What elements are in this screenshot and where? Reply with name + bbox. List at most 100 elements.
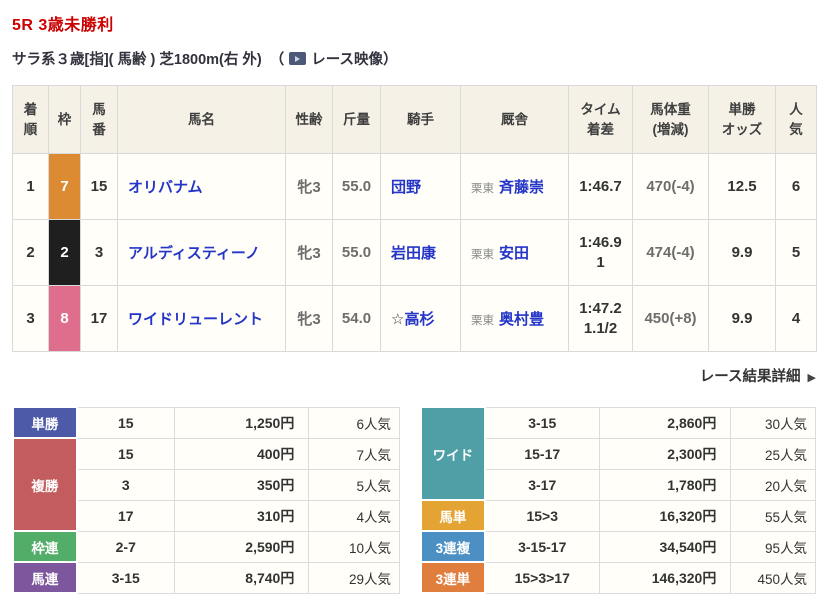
frame-number: 7 [48, 153, 81, 220]
payout-combination: 3-15 [76, 561, 175, 594]
horse-name-link[interactable]: ワイドリューレント [128, 311, 263, 328]
horse-name-cell: オリバナム [117, 153, 286, 220]
win-odds: 9.9 [708, 285, 776, 352]
horse-name-link[interactable]: オリバナム [128, 179, 203, 196]
finish-time: 1:47.2 [579, 300, 622, 317]
horse-weight: 470(-4) [632, 153, 709, 220]
col-header-win-odds: 単勝 オッズ [708, 85, 776, 154]
race-video-link[interactable]: （ レース映像 ） [270, 48, 398, 69]
payout-row: ワイド 3-15 2,860円 30人気 [420, 406, 816, 501]
stable-area: 栗東 [471, 315, 494, 327]
finish-position: 2 [12, 219, 49, 286]
payout-popularity: 95人気 [730, 530, 816, 563]
jockey-link[interactable]: 岩田康 [391, 245, 436, 262]
stable-area: 栗東 [471, 183, 494, 195]
payout-type-label: ワイド [420, 406, 486, 501]
jockey-link[interactable]: 団野 [391, 179, 421, 196]
horse-weight: 450(+8) [632, 285, 709, 352]
payout-popularity: 450人気 [730, 561, 816, 594]
stable-cell: 栗東 安田 [460, 219, 569, 286]
trainer-link[interactable]: 奥村豊 [499, 311, 544, 328]
margin: 1.1/2 [583, 319, 618, 337]
payout-amount: 1,250円 [173, 406, 310, 439]
jockey-cell: ☆高杉 [380, 285, 461, 352]
race-video-link-label[interactable]: レース映像 [311, 48, 383, 69]
col-header-popularity: 人 気 [775, 85, 817, 154]
horse-number: 15 [80, 153, 118, 220]
payout-type-label: 3連単 [420, 561, 486, 594]
result-row: 2 2 3 アルディスティーノ 牝3 55.0 岩田康 栗東 安田 1:46.9 1… [12, 219, 817, 286]
carried-weight: 54.0 [332, 285, 381, 352]
popularity: 6 [775, 153, 817, 220]
payout-amount: 8,740円 [173, 561, 310, 594]
payout-type-label: 3連複 [420, 530, 486, 563]
payout-table-left: 単勝 15 1,250円 6人気 複勝 15 400円 7人気 3 350円 5… [12, 406, 401, 594]
horse-number: 17 [80, 285, 118, 352]
col-header-horse-weight: 馬体重 (増減) [632, 85, 709, 154]
margin: 1 [596, 253, 605, 271]
payout-combination: 15>3>17 [484, 561, 600, 594]
payout-combination: 15-17 [484, 437, 600, 470]
trainer-link[interactable]: 斉藤崇 [499, 179, 544, 196]
payout-amount: 146,320円 [598, 561, 732, 594]
stable-cell: 栗東 奥村豊 [460, 285, 569, 352]
jockey-cell: 岩田康 [380, 219, 461, 286]
result-row: 3 8 17 ワイドリューレント 牝3 54.0 ☆高杉 栗東 奥村豊 1:47.… [12, 285, 817, 352]
payout-amount: 2,300円 [598, 437, 732, 470]
payout-type-label: 馬連 [12, 561, 78, 594]
frame-number: 8 [48, 285, 81, 352]
payout-type-label: 枠連 [12, 530, 78, 563]
payout-combination: 15 [76, 437, 175, 470]
payout-row: 単勝 15 1,250円 6人気 [12, 406, 401, 439]
payout-row: 馬連 3-15 8,740円 29人気 [12, 561, 401, 594]
payout-amount: 310円 [173, 499, 310, 532]
jockey-cell: 団野 [380, 153, 461, 220]
video-play-icon [289, 52, 307, 65]
jockey-link[interactable]: 高杉 [404, 311, 434, 328]
payout-type-label: 複勝 [12, 437, 78, 532]
horse-weight: 474(-4) [632, 219, 709, 286]
time-margin-cell: 1:46.9 1 [568, 219, 633, 286]
payout-table-right: ワイド 3-15 2,860円 30人気 15-17 2,300円 25人気 3… [420, 406, 816, 594]
payout-amount: 2,860円 [598, 406, 732, 439]
payout-popularity: 29人気 [308, 561, 401, 594]
finish-position: 1 [12, 153, 49, 220]
col-header-horse-number: 馬 番 [80, 85, 118, 154]
time-margin-cell: 1:47.2 1.1/2 [568, 285, 633, 352]
paren-open: （ [269, 52, 285, 68]
payout-row: 3連複 3-15-17 34,540円 95人気 [420, 530, 816, 563]
col-header-weight: 斤量 [332, 85, 381, 154]
payout-combination: 15 [76, 406, 175, 439]
payout-popularity: 55人気 [730, 499, 816, 532]
payout-popularity: 5人気 [308, 468, 401, 501]
stable-cell: 栗東 斉藤崇 [460, 153, 569, 220]
finish-position: 3 [12, 285, 49, 352]
payout-row: 3連単 15>3>17 146,320円 450人気 [420, 561, 816, 594]
col-header-stable: 厩舎 [460, 85, 569, 154]
payout-combination: 3-17 [484, 468, 600, 501]
payout-popularity: 30人気 [730, 406, 816, 439]
payout-amount: 34,540円 [598, 530, 732, 563]
popularity: 5 [775, 219, 817, 286]
sex-age: 牝3 [285, 219, 333, 286]
race-result-page: 5R 3歳未勝利 サラ系３歳[指]( 馬齢 ) 芝1800m(右 外) （ レー… [0, 0, 828, 594]
results-table: 着 順 枠 馬 番 馬名 性齢 斤量 騎手 厩舎 タイム 着差 馬体重 (増減)… [12, 85, 817, 352]
race-result-detail-label: レース結果詳細 [699, 369, 801, 385]
results-header-row: 着 順 枠 馬 番 馬名 性齢 斤量 騎手 厩舎 タイム 着差 馬体重 (増減)… [12, 85, 817, 154]
trainer-link[interactable]: 安田 [499, 245, 529, 262]
payout-popularity: 10人気 [308, 530, 401, 563]
jockey-prefix: ☆ [391, 311, 405, 328]
finish-time: 1:46.9 [579, 234, 622, 251]
race-result-detail-link[interactable]: レース結果詳細 ▶ [700, 369, 816, 385]
payout-combination: 2-7 [76, 530, 175, 563]
horse-name-link[interactable]: アルディスティーノ [128, 245, 260, 262]
popularity: 4 [775, 285, 817, 352]
horse-name-cell: アルディスティーノ [117, 219, 286, 286]
payout-combination: 17 [76, 499, 175, 532]
payout-combination: 15>3 [484, 499, 600, 532]
col-header-finish-position: 着 順 [12, 85, 49, 154]
payout-combination: 3-15-17 [484, 530, 600, 563]
result-row: 1 7 15 オリバナム 牝3 55.0 団野 栗東 斉藤崇 1:46.7 470… [12, 153, 817, 220]
col-header-horse-name: 馬名 [117, 85, 286, 154]
paren-close: ） [383, 52, 398, 68]
